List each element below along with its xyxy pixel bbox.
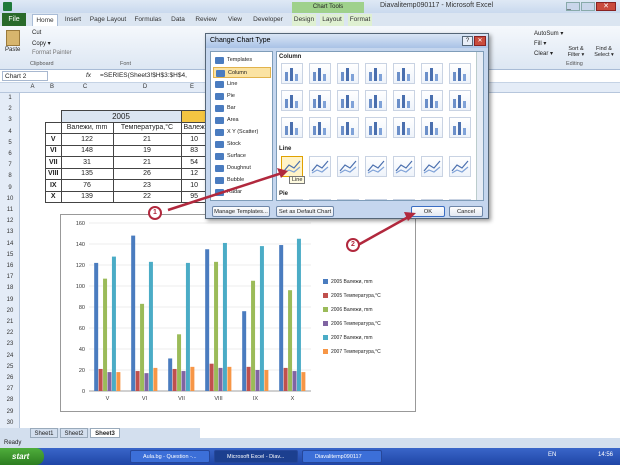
sheet-tab-1[interactable]: Sheet1 (30, 428, 58, 438)
annotation-arrows (167, 168, 416, 247)
arrow-1-line (167, 171, 283, 212)
taskbar: start Aula.bg - Question -... Microsoft … (0, 448, 620, 465)
clock: 14:56 (598, 452, 614, 458)
sheet-tab-3[interactable]: Sheet3 (90, 428, 120, 438)
taskbar-item-excel[interactable]: Microsoft Excel - Diav... (214, 450, 298, 463)
sheet-tab-2[interactable]: Sheet2 (60, 428, 88, 438)
callout-2: 2 (346, 238, 360, 252)
start-button[interactable]: start (0, 448, 44, 465)
status-bar: Ready (0, 438, 620, 448)
callout-1: 1 (148, 206, 162, 220)
status-text: Ready (4, 440, 22, 446)
taskbar-item-diavali[interactable]: Diavalitemp090117 (302, 450, 382, 463)
language-indicator[interactable]: EN (548, 452, 556, 458)
arrow-2-line (357, 214, 411, 247)
sheet-tabs: Sheet1 Sheet2 Sheet3 (0, 428, 200, 438)
taskbar-item-browser[interactable]: Aula.bg - Question -... (130, 450, 210, 463)
